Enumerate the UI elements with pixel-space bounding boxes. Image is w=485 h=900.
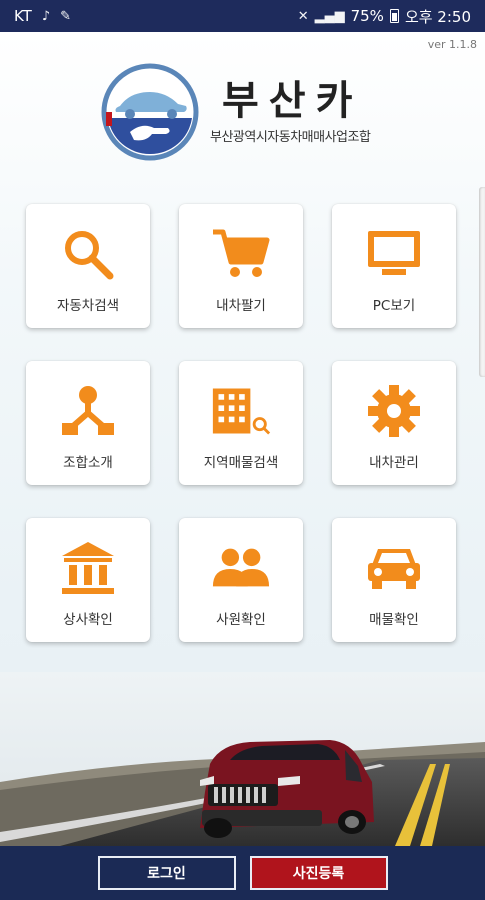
menu-my-car[interactable]: 내차관리 <box>332 361 456 485</box>
building-search-icon <box>211 381 271 441</box>
people-icon <box>211 538 271 598</box>
menu-label: 매물확인 <box>369 612 419 628</box>
app-subtitle: 부산광역시자동차매매사업조합 <box>210 130 371 145</box>
menu-label: 내차팔기 <box>216 298 266 314</box>
menu-label: 내차관리 <box>369 455 419 471</box>
version-label: ver 1.1.8 <box>427 38 477 51</box>
login-button[interactable]: 로그인 <box>97 856 236 890</box>
menu-pc-view[interactable]: PC보기 <box>332 204 456 328</box>
carrier-label: KT <box>14 7 32 25</box>
menu-grid: 자동차검색 내차팔기 PC보기 조합소개 지역매물검색 내차관리 상사확인 사원… <box>26 204 456 644</box>
mute-icon: ✕ <box>297 8 309 24</box>
menu-union-intro[interactable]: 조합소개 <box>26 361 150 485</box>
car-icon <box>364 538 424 598</box>
bottom-action-bar: 로그인 사진등록 <box>0 846 485 900</box>
battery-percent: 75% <box>350 7 384 25</box>
app-title: 부산카 <box>222 78 363 124</box>
menu-car-search[interactable]: 자동차검색 <box>26 204 150 328</box>
gear-icon <box>364 381 424 441</box>
car-road-banner <box>0 672 485 846</box>
app-logo: 부산카 부산광역시자동차매매사업조합 <box>100 62 400 162</box>
bank-icon <box>58 538 118 598</box>
status-bar: KT ♪ ✎ ✕ ▂▄▆ 75% 오후 2:50 <box>0 0 485 32</box>
menu-label: 상사확인 <box>63 612 113 628</box>
monitor-icon <box>364 224 424 284</box>
menu-sell-car[interactable]: 내차팔기 <box>179 204 303 328</box>
notification-icon: ✎ <box>60 8 72 24</box>
scroll-indicator[interactable] <box>479 187 485 377</box>
menu-regional-search[interactable]: 지역매물검색 <box>179 361 303 485</box>
menu-label: 지역매물검색 <box>203 455 279 471</box>
menu-label: 사원확인 <box>216 612 266 628</box>
network-icon <box>58 381 118 441</box>
main-screen: ver 1.1.8 부산카 부산광역시자동차매매사업조합 자동차검색 내차팔기 <box>0 32 485 846</box>
menu-label: 조합소개 <box>63 455 113 471</box>
logo-emblem-icon <box>101 63 199 161</box>
music-icon: ♪ <box>41 8 51 24</box>
signal-icon: ▂▄▆ <box>314 8 345 24</box>
cart-icon <box>211 224 271 284</box>
clock: 오후 2:50 <box>404 7 471 26</box>
photo-register-button[interactable]: 사진등록 <box>249 856 388 890</box>
menu-label: 자동차검색 <box>56 298 120 314</box>
menu-listing-check[interactable]: 매물확인 <box>332 518 456 642</box>
search-icon <box>58 224 118 284</box>
battery-icon <box>389 9 399 23</box>
menu-dealer-check[interactable]: 상사확인 <box>26 518 150 642</box>
menu-label: PC보기 <box>372 298 416 314</box>
menu-staff-check[interactable]: 사원확인 <box>179 518 303 642</box>
red-suv-illustration <box>200 740 374 838</box>
